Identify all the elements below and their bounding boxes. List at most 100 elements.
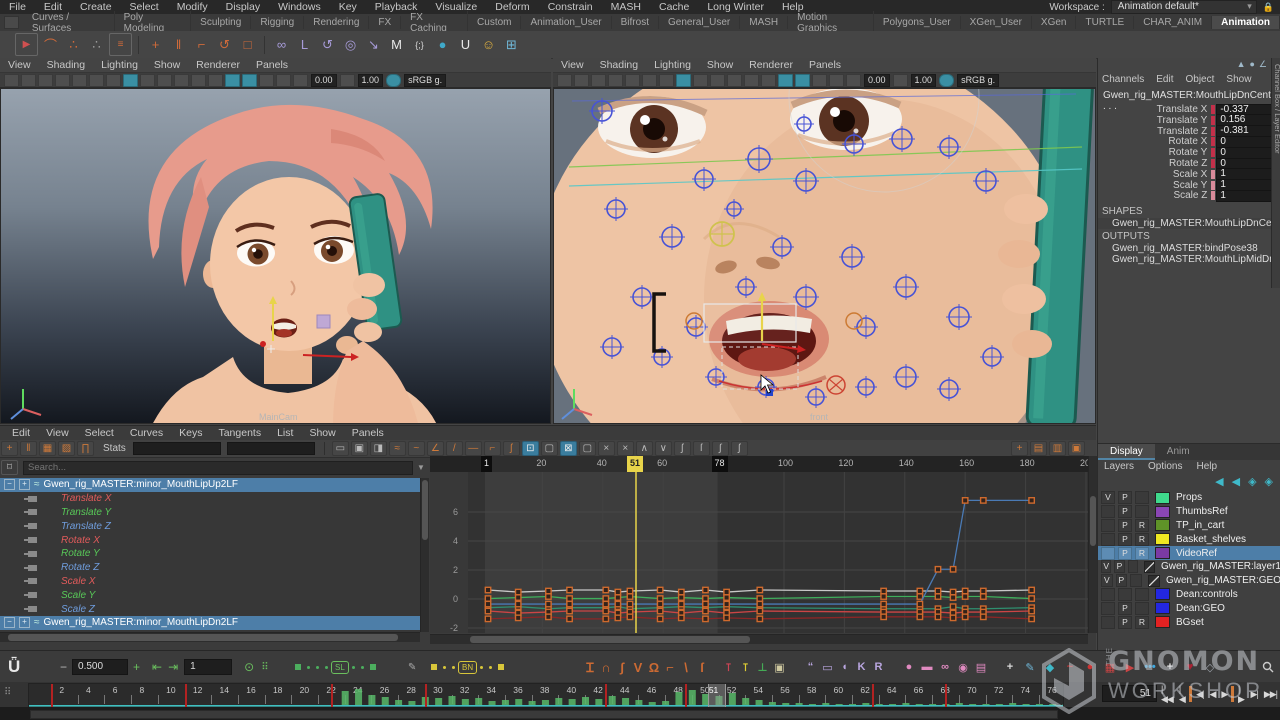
record-icon[interactable]: ● <box>1080 661 1100 673</box>
outliner-row-scale-y[interactable]: Scale Y <box>0 588 420 602</box>
tween-bump-icon[interactable]: ∩ <box>598 660 614 675</box>
vp-right-menu-panels[interactable]: Panels <box>801 59 849 71</box>
tween-j-icon[interactable]: ſ <box>694 660 710 675</box>
keyframe[interactable] <box>485 596 490 601</box>
layer-color-swatch[interactable] <box>1155 533 1170 545</box>
folder-icon[interactable]: ▬ <box>918 661 936 673</box>
expand-icon[interactable]: + <box>19 479 30 490</box>
keyframe[interactable] <box>757 616 762 621</box>
keyframe[interactable] <box>917 601 922 606</box>
keyframe[interactable] <box>724 601 729 606</box>
keyframe[interactable] <box>627 588 632 593</box>
range-start-tag[interactable]: 1 <box>481 456 492 472</box>
layer-color-swatch[interactable] <box>1155 519 1170 531</box>
tween-ohm-icon[interactable]: Ω <box>646 660 662 675</box>
current-frame-tag[interactable]: 51 <box>627 456 643 472</box>
visibility-toggle[interactable] <box>1101 547 1115 560</box>
visibility-toggle[interactable] <box>1101 519 1115 532</box>
layer-color-swatch[interactable] <box>1148 575 1160 587</box>
graph-icon[interactable]: ∠ <box>1259 59 1267 70</box>
keyframe[interactable] <box>935 567 940 572</box>
isolate-select-icon[interactable] <box>812 74 827 87</box>
visibility-toggle[interactable]: V <box>1101 491 1115 504</box>
move-key-icon[interactable]: ⌐ <box>191 34 212 55</box>
depth-of-field-icon[interactable] <box>795 74 810 87</box>
keyframe[interactable] <box>881 594 886 599</box>
keyframe[interactable] <box>757 608 762 613</box>
keyframe[interactable] <box>935 614 940 619</box>
stacked-view-icon[interactable]: ▣ <box>351 441 368 456</box>
speed-icon[interactable]: ● <box>1249 59 1254 70</box>
linear-tangent-icon[interactable]: / <box>446 441 463 456</box>
breakdown-key-icon[interactable]: ‖ <box>168 34 189 55</box>
layer-menu-help[interactable]: Help <box>1196 461 1217 472</box>
menu-windows[interactable]: Windows <box>269 1 330 13</box>
menu-cache[interactable]: Cache <box>650 1 698 13</box>
keyframe[interactable] <box>881 601 886 606</box>
menu-constrain[interactable]: Constrain <box>539 1 602 13</box>
vp-right-menu-show[interactable]: Show <box>699 59 741 71</box>
shelf-tab-xgen-user[interactable]: XGen_User <box>961 16 1032 29</box>
move-layer-down-icon[interactable]: ◀ <box>1232 475 1240 488</box>
keyframe[interactable] <box>679 615 684 620</box>
visibility-toggle[interactable] <box>1101 533 1115 546</box>
channel-box-menu-object[interactable]: Object <box>1186 74 1215 85</box>
lights-icon[interactable] <box>157 74 172 87</box>
shelf-tab-mash[interactable]: MASH <box>740 16 788 29</box>
vp-right-menu-view[interactable]: View <box>553 59 592 71</box>
walk-cycle-icon[interactable]: K <box>853 661 870 673</box>
graph-menu-show[interactable]: Show <box>301 427 343 439</box>
channel-box-menu-show[interactable]: Show <box>1226 74 1251 85</box>
free-weight-icon[interactable]: ∧ <box>636 441 653 456</box>
shape-node[interactable]: Gwen_rig_MASTER:MouthLipDnCenterShape <box>1098 218 1280 229</box>
color-management-icon[interactable] <box>386 74 401 87</box>
yellow-key-icon-2[interactable] <box>498 664 504 670</box>
step-back-key-button[interactable]: ◀| <box>1193 687 1206 702</box>
keyframe[interactable] <box>485 587 490 592</box>
channel-value-field[interactable]: 1 <box>1216 190 1276 202</box>
snap-key-icon[interactable]: ▢ <box>579 441 596 456</box>
2d-pan-zoom-icon[interactable] <box>642 74 657 87</box>
tween-slash-icon[interactable]: \ <box>678 660 694 675</box>
graph-timeline-ruler[interactable]: 20406010012014016018020017851 <box>430 456 1088 472</box>
outliner-hscrollbar[interactable] <box>0 632 420 642</box>
keyframe[interactable] <box>679 589 684 594</box>
visibility-toggle[interactable]: V <box>1101 574 1113 587</box>
outliner-row-translate-y[interactable]: Translate Y <box>0 506 420 520</box>
playback-toggle[interactable] <box>1118 588 1132 601</box>
keyframe[interactable] <box>703 596 708 601</box>
select-ui-icon[interactable]: ▭ <box>819 661 836 674</box>
depth-of-field-icon[interactable] <box>242 74 257 87</box>
lights-icon[interactable] <box>710 74 725 87</box>
mash-layout-icon[interactable]: M <box>386 34 407 55</box>
orient-constraint-icon[interactable]: ↺ <box>317 34 338 55</box>
keyframe[interactable] <box>981 594 986 599</box>
graph-menu-edit[interactable]: Edit <box>4 427 38 439</box>
keyframe[interactable] <box>1029 587 1034 592</box>
layer-menu-options[interactable]: Options <box>1148 461 1182 472</box>
shelf-tab-fx[interactable]: FX <box>369 16 401 29</box>
keyframe[interactable] <box>627 601 632 606</box>
move-nearest-key-icon[interactable]: + <box>1 441 18 456</box>
channel-box-menu-edit[interactable]: Edit <box>1156 74 1173 85</box>
lattice-deform-icon[interactable]: ▦ <box>39 441 56 456</box>
multisample-icon[interactable] <box>778 74 793 87</box>
playback-toggle[interactable]: P <box>1116 574 1128 587</box>
keyframe[interactable] <box>981 614 986 619</box>
playback-toggle[interactable]: P <box>1118 491 1132 504</box>
keyframe[interactable] <box>615 595 620 600</box>
keyframe[interactable] <box>962 594 967 599</box>
select-camera-icon[interactable] <box>557 74 572 87</box>
layer-tab-anim[interactable]: Anim <box>1155 444 1202 460</box>
xray-icon[interactable] <box>829 74 844 87</box>
walk-pose-icon[interactable]: R <box>870 661 887 673</box>
graph-menu-tangents[interactable]: Tangents <box>210 427 269 439</box>
shelf-tab-char-anim[interactable]: CHAR_ANIM <box>1134 16 1212 29</box>
visibility-toggle[interactable] <box>1101 505 1115 518</box>
range-slider[interactable] <box>0 707 1280 720</box>
diamond-icon[interactable]: ◆ <box>1040 661 1060 674</box>
range-slider-bar[interactable] <box>30 710 1058 719</box>
visibility-toggle[interactable] <box>1101 588 1115 601</box>
graph-menu-panels[interactable]: Panels <box>344 427 392 439</box>
vp-left-menu-view[interactable]: View <box>0 59 39 71</box>
